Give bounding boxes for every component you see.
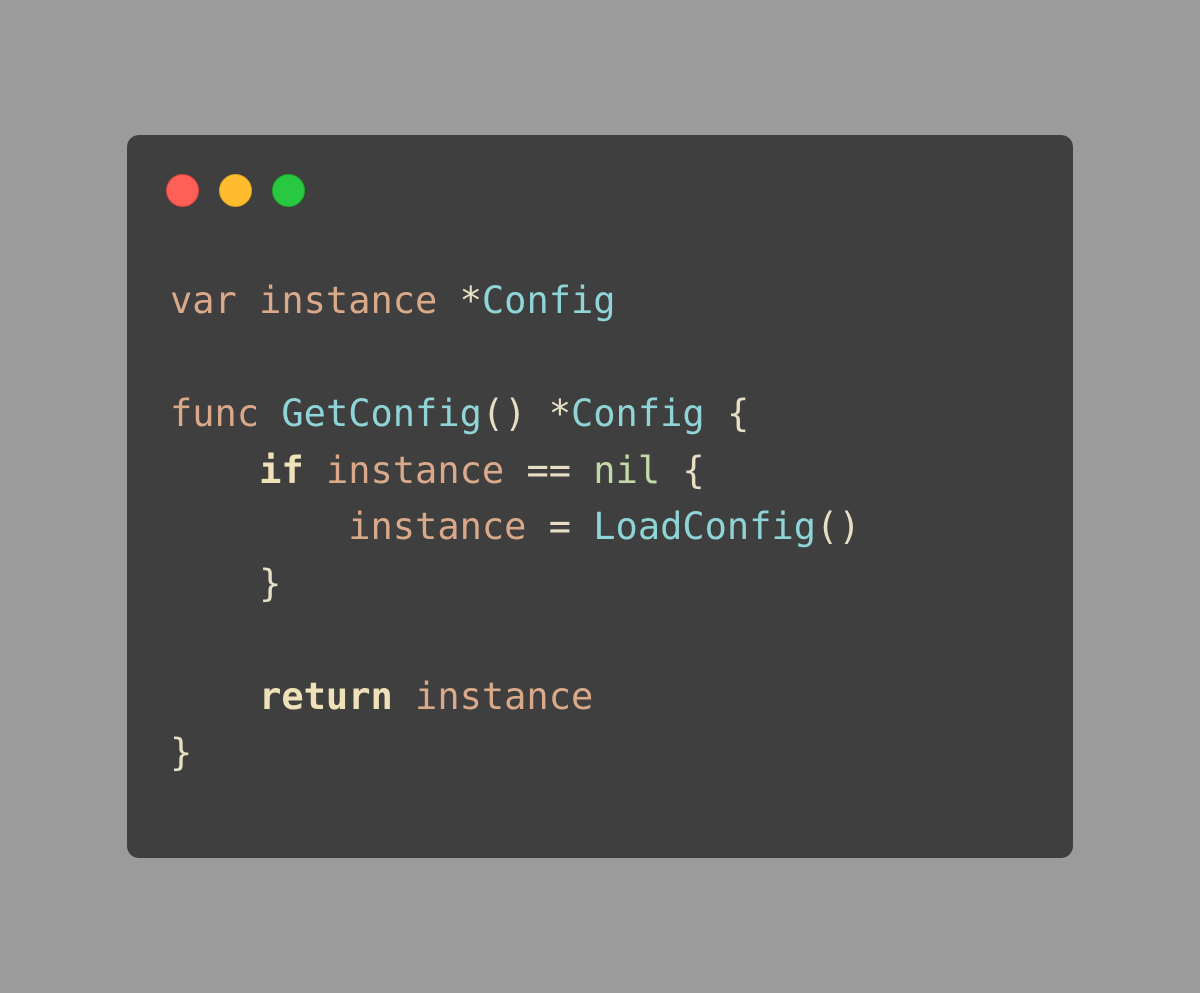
code-line: } [170, 556, 861, 613]
code-line: func GetConfig() *Config { [170, 386, 861, 443]
minimize-button[interactable] [219, 174, 252, 207]
zoom-button[interactable] [272, 174, 305, 207]
operator-equals: == [526, 448, 572, 492]
close-brace: } [259, 561, 282, 605]
pointer-star: * [459, 279, 482, 322]
identifier-instance: instance [259, 279, 438, 322]
pointer-star: * [548, 392, 571, 435]
code-block: var instance *Config func GetConfig() *C… [170, 273, 861, 782]
keyword-func: func [170, 392, 260, 435]
code-line: var instance *Config [170, 273, 861, 330]
code-line: instance = LoadConfig() [170, 499, 861, 556]
code-line: return instance [170, 669, 861, 726]
keyword-nil: nil [593, 448, 661, 492]
type-config: Config [481, 279, 616, 322]
operator-assign: = [548, 505, 571, 548]
identifier-instance: instance [348, 505, 527, 548]
parens: () [481, 392, 527, 435]
identifier-instance: instance [415, 674, 594, 718]
code-window: var instance *Config func GetConfig() *C… [127, 135, 1073, 858]
close-brace: } [170, 731, 193, 774]
parens: () [816, 505, 861, 548]
type-config: Config [571, 392, 705, 435]
code-line: if instance == nil { [170, 443, 861, 500]
function-name-loadconfig: LoadConfig [593, 505, 817, 548]
open-brace: { [726, 392, 750, 435]
open-brace: { [682, 448, 705, 492]
identifier-instance: instance [325, 448, 505, 492]
close-button[interactable] [166, 174, 199, 207]
code-line: } [170, 725, 861, 782]
function-name-getconfig: GetConfig [281, 392, 482, 435]
keyword-return: return [259, 674, 393, 718]
keyword-if: if [259, 448, 304, 492]
keyword-var: var [170, 279, 237, 322]
